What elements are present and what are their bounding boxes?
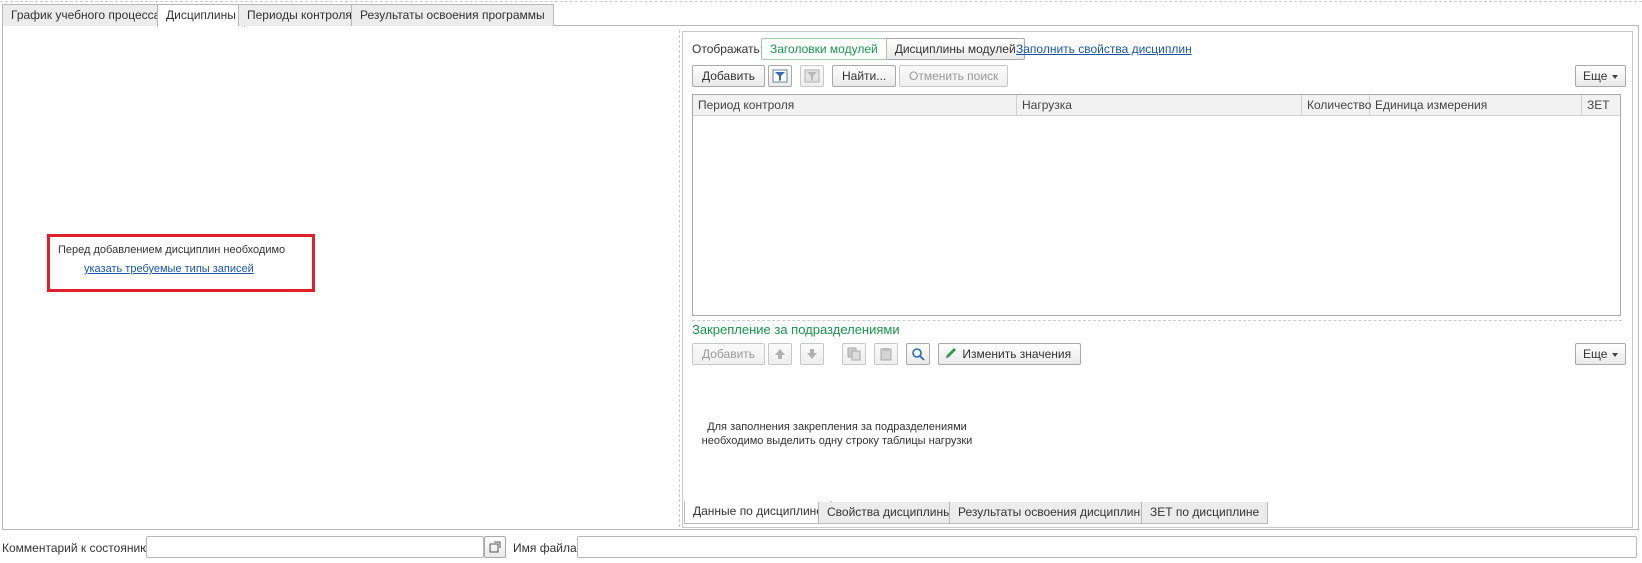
empty-message-line1: Для заполнения закрепления за подразделе… bbox=[707, 421, 967, 433]
open-comment-icon[interactable] bbox=[484, 536, 506, 558]
column-quantity[interactable]: Количество bbox=[1302, 95, 1371, 116]
file-name-label: Имя файла: bbox=[513, 541, 580, 555]
record-types-link[interactable]: указать требуемые типы записей bbox=[84, 263, 254, 275]
change-values-label: Изменить значения bbox=[962, 347, 1072, 361]
tab-program-results[interactable]: Результаты освоения программы bbox=[351, 4, 554, 26]
column-control-period[interactable]: Период контроля bbox=[693, 95, 1017, 116]
clear-filter-icon[interactable] bbox=[800, 65, 824, 87]
notice-text: Перед добавлением дисциплин необходимо bbox=[58, 244, 286, 256]
cancel-search-button[interactable]: Отменить поиск bbox=[899, 65, 1009, 87]
move-down-icon[interactable] bbox=[800, 343, 824, 365]
paste-icon[interactable] bbox=[874, 343, 898, 365]
tab-discipline-properties[interactable]: Свойства дисциплины bbox=[818, 502, 961, 524]
tab-disciplines[interactable]: Дисциплины bbox=[157, 4, 245, 27]
tab-control-periods[interactable]: Периоды контроля bbox=[238, 4, 361, 26]
tab-discipline-results[interactable]: Результаты освоения дисциплины bbox=[949, 502, 1158, 524]
file-name-input[interactable] bbox=[577, 536, 1637, 558]
top-divider bbox=[0, 1, 1642, 2]
more-button-bottom[interactable]: Еще bbox=[1575, 343, 1627, 365]
column-unit[interactable]: Единица измерения bbox=[1370, 95, 1582, 116]
pencil-icon bbox=[946, 348, 956, 358]
toggle-module-headers[interactable]: Заголовки модулей bbox=[761, 38, 887, 60]
fill-properties-link[interactable]: Заполнить свойства дисциплин bbox=[1016, 42, 1192, 56]
column-load[interactable]: Нагрузка bbox=[1017, 95, 1302, 116]
horizontal-splitter[interactable] bbox=[692, 320, 1622, 321]
subdivisions-empty-message: Для заполнения закрепления за подразделе… bbox=[692, 420, 982, 448]
tab-schedule[interactable]: График учебного процесса bbox=[2, 4, 170, 26]
add-button[interactable]: Добавить bbox=[692, 65, 766, 87]
subdivisions-title: Закрепление за подразделениями bbox=[692, 322, 900, 337]
more-label-bottom: Еще bbox=[1583, 347, 1608, 361]
column-zet[interactable]: ЗЕТ bbox=[1582, 95, 1620, 116]
display-toggle-group: Заголовки модулей Дисциплины модулей bbox=[761, 38, 1025, 60]
tab-discipline-data[interactable]: Данные по дисциплине bbox=[684, 501, 832, 524]
comment-label: Комментарий к состоянию: bbox=[2, 541, 153, 555]
chevron-down-icon bbox=[1612, 352, 1619, 357]
chevron-down-icon bbox=[1612, 74, 1619, 79]
tab-discipline-zet[interactable]: ЗЕТ по дисциплине bbox=[1141, 502, 1269, 524]
empty-message-line2: необходимо выделить одну строку таблицы … bbox=[701, 435, 973, 447]
filter-icon[interactable] bbox=[768, 65, 792, 87]
more-label: Еще bbox=[1583, 69, 1608, 83]
find-button[interactable]: Найти... bbox=[832, 65, 897, 87]
toggle-module-disciplines[interactable]: Дисциплины модулей bbox=[886, 38, 1025, 60]
more-button-top[interactable]: Еще bbox=[1575, 65, 1627, 87]
copy-icon[interactable] bbox=[842, 343, 866, 365]
panel-splitter[interactable] bbox=[679, 30, 680, 527]
load-table[interactable]: Период контроля Нагрузка Количество Един… bbox=[692, 94, 1621, 316]
move-up-icon[interactable] bbox=[768, 343, 792, 365]
add-subdivision-button[interactable]: Добавить bbox=[692, 343, 766, 365]
table-header: Период контроля Нагрузка Количество Един… bbox=[693, 95, 1620, 116]
search-icon[interactable] bbox=[906, 343, 930, 365]
display-label: Отображать: bbox=[692, 42, 764, 56]
comment-input[interactable] bbox=[146, 536, 484, 558]
change-values-button[interactable]: Изменить значения bbox=[938, 343, 1082, 365]
